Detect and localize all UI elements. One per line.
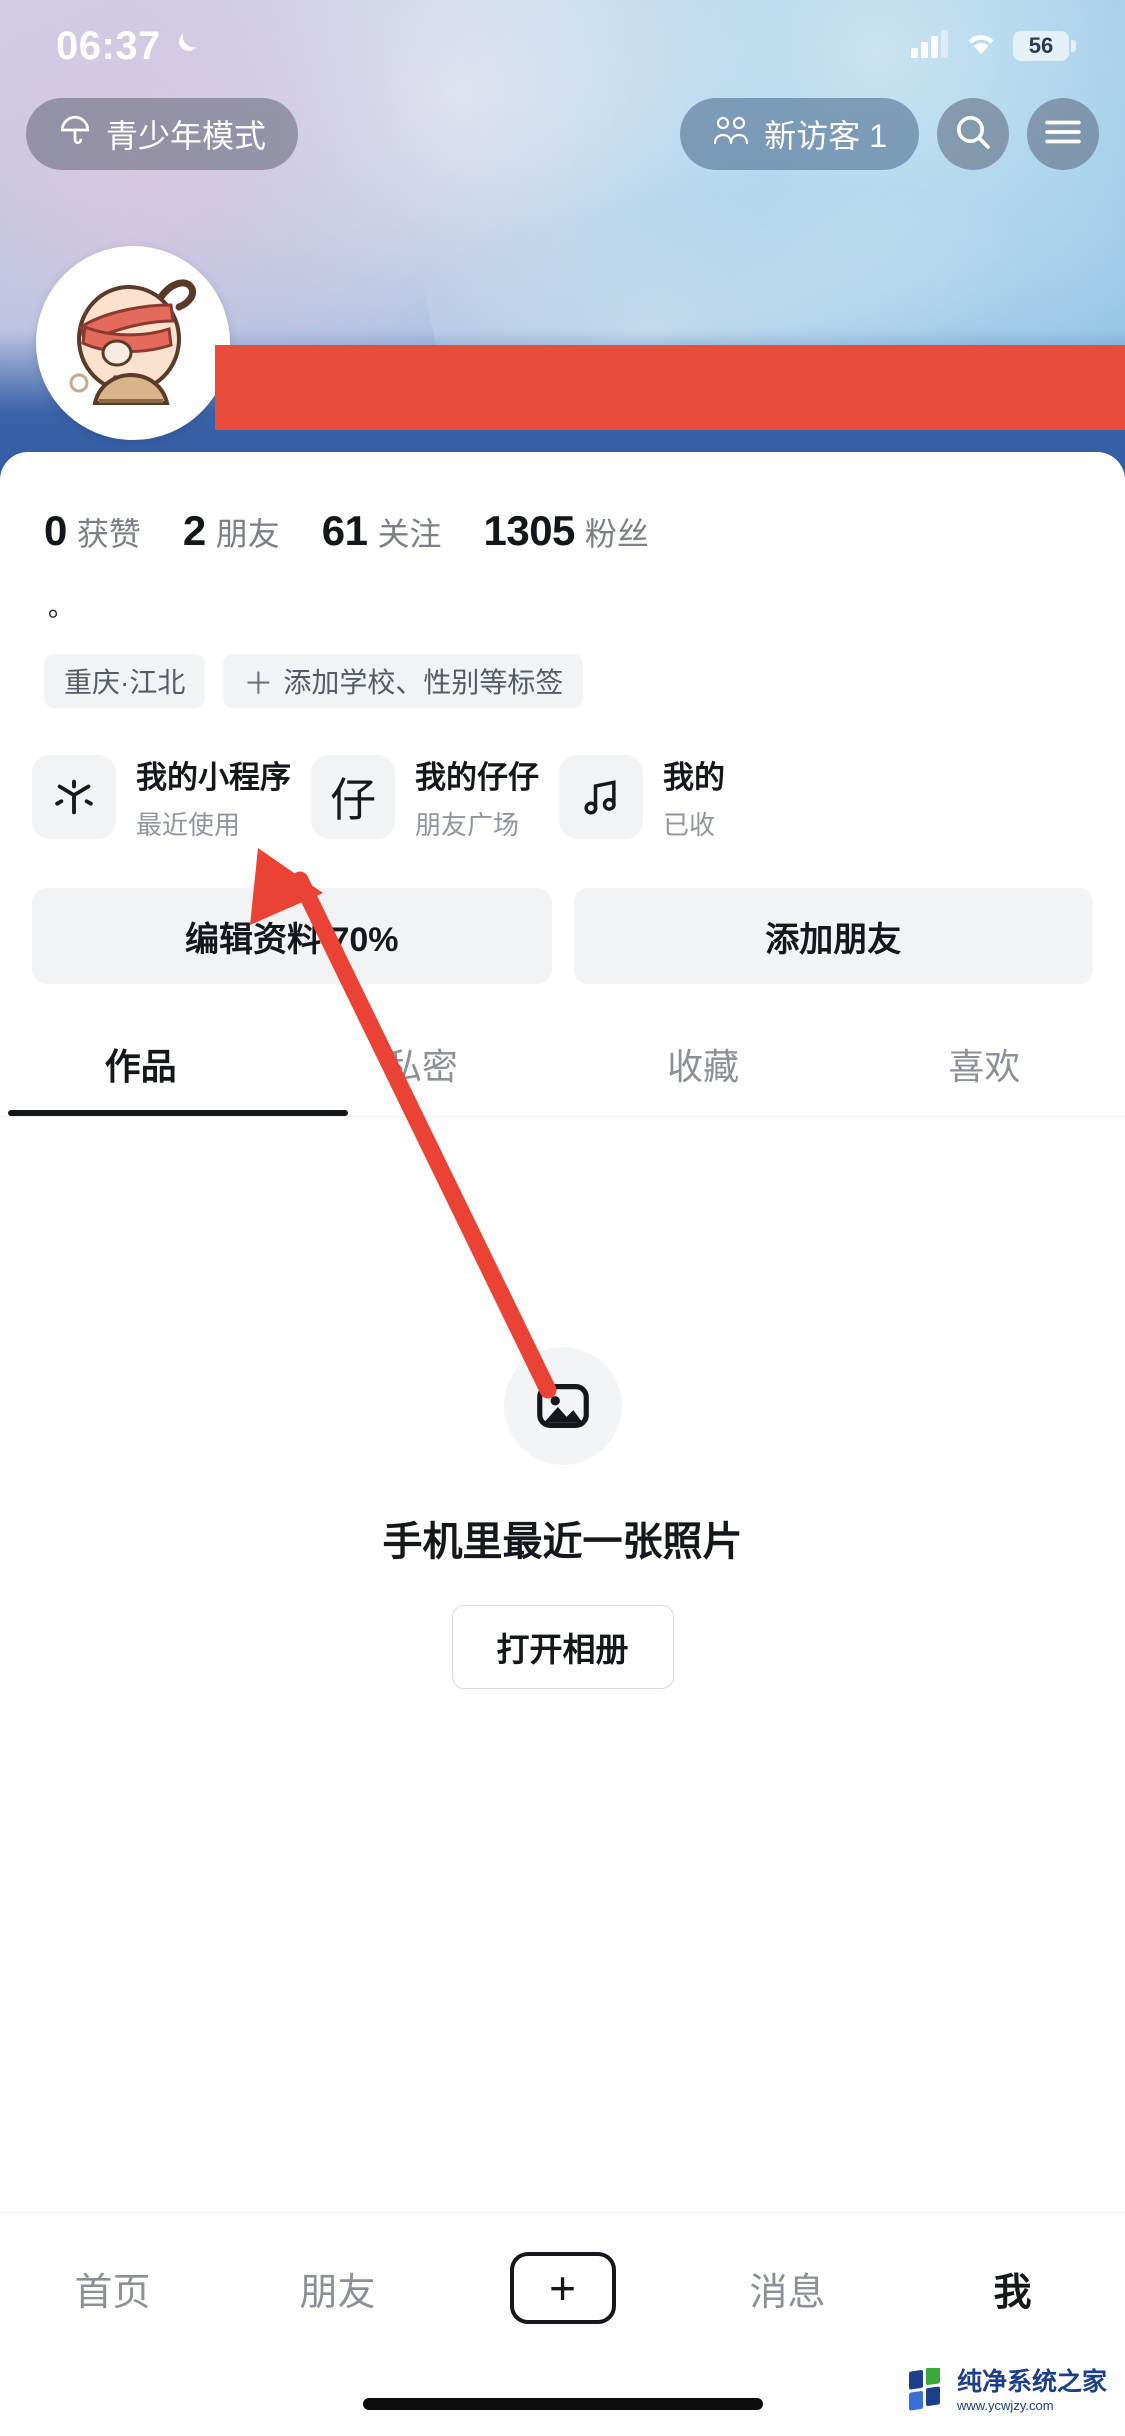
- profile-sheet: 0 获赞 2 朋友 61 关注 1305 粉丝 。 重庆·江北 ＋ 添加学校、性…: [0, 452, 1125, 2436]
- tag-add-label[interactable]: ＋ 添加学校、性别等标签: [223, 654, 584, 708]
- watermark-logo-icon: [908, 2368, 940, 2411]
- battery-indicator: 56: [1013, 31, 1076, 61]
- stat-label: 朋友: [215, 516, 280, 552]
- edit-profile-button[interactable]: 编辑资料 70%: [32, 888, 552, 984]
- nav-item-home[interactable]: 首页: [0, 2261, 225, 2316]
- profile-action-buttons: 编辑资料 70% 添加朋友: [0, 842, 1125, 984]
- open-album-button[interactable]: 打开相册: [451, 1605, 674, 1689]
- profile-top-bar: 青少年模式 新访客 1: [0, 98, 1125, 170]
- bottom-nav-row: 首页 朋友 + 消息 我: [0, 2213, 1125, 2363]
- nav-item-friends[interactable]: 朋友: [225, 2261, 450, 2316]
- redacted-name-banner: [215, 345, 1125, 430]
- avatar-container[interactable]: [36, 246, 230, 440]
- home-indicator: [362, 2398, 763, 2410]
- entry-card-title: 我的小程序: [136, 760, 291, 795]
- search-button[interactable]: [937, 98, 1009, 170]
- entry-card-zaizai[interactable]: 仔 我的仔仔 朋友广场: [311, 752, 539, 842]
- asterisk-icon: [32, 755, 116, 839]
- empty-state: 手机里最近一张照片 打开相册: [0, 1117, 1125, 1689]
- zi-glyph: 仔: [330, 774, 376, 826]
- stat-friends[interactable]: 2 朋友: [183, 507, 280, 555]
- stat-value: 1305: [483, 507, 575, 554]
- stat-label: 关注: [377, 516, 442, 552]
- tag-label: 添加学校、性别等标签: [283, 667, 564, 698]
- profile-tags: 重庆·江北 ＋ 添加学校、性别等标签: [0, 624, 1125, 708]
- zi-character-icon: 仔: [311, 755, 395, 839]
- tab-favorites[interactable]: 收藏: [563, 1038, 844, 1116]
- empty-state-title: 手机里最近一张照片: [382, 1520, 743, 1564]
- status-bar-left: 06:37: [56, 24, 201, 69]
- plus-icon: ＋: [243, 668, 274, 701]
- status-bar-right: 56: [911, 29, 1076, 63]
- new-visitor-label: 新访客 1: [764, 118, 887, 154]
- stat-label: 获赞: [76, 516, 141, 552]
- image-placeholder-icon: [503, 1347, 622, 1465]
- phone-screen: 06:37 56 青少年模式 新访客 1 0 获赞 2 朋友 61 关注 130…: [0, 0, 1125, 2436]
- watermark-name: 纯净系统之家: [956, 2368, 1107, 2396]
- nav-item-me[interactable]: 我: [900, 2261, 1125, 2316]
- status-time: 06:37: [56, 23, 161, 68]
- umbrella-icon: [58, 113, 92, 155]
- entry-card-subtitle: 朋友广场: [415, 810, 520, 840]
- search-icon: [953, 112, 993, 157]
- entry-card-title: 我的仔仔: [415, 760, 539, 795]
- stat-label: 粉丝: [584, 516, 649, 552]
- entry-card-text: 我的仔仔 朋友广场: [415, 752, 539, 842]
- entry-card-music[interactable]: 我的 已收: [559, 752, 725, 842]
- entry-card-title: 我的: [663, 760, 725, 795]
- music-note-icon: [559, 755, 643, 839]
- teen-mode-button[interactable]: 青少年模式: [26, 98, 299, 170]
- cellular-signal-icon: [911, 29, 949, 63]
- status-bar: 06:37 56: [0, 0, 1125, 92]
- stat-likes[interactable]: 0 获赞: [44, 507, 141, 555]
- tab-likes[interactable]: 喜欢: [844, 1038, 1125, 1116]
- watermark-text: 纯净系统之家 www.ycwjzy.com: [956, 2368, 1107, 2413]
- watermark: 纯净系统之家 www.ycwjzy.com: [907, 2368, 1107, 2414]
- avatar[interactable]: [36, 246, 230, 440]
- entry-card-miniprogram[interactable]: 我的小程序 最近使用: [32, 752, 291, 842]
- stat-value: 61: [321, 507, 368, 554]
- hamburger-menu-icon: [1044, 117, 1082, 152]
- tag-location[interactable]: 重庆·江北: [44, 654, 206, 708]
- tab-active-underline: [8, 1110, 348, 1116]
- tag-label: 重庆·江北: [64, 667, 186, 698]
- stat-followers[interactable]: 1305 粉丝: [483, 507, 648, 555]
- battery-level: 56: [1028, 33, 1054, 58]
- entry-card-subtitle: 已收: [663, 810, 716, 840]
- entry-card-text: 我的小程序 最近使用: [136, 752, 291, 842]
- nav-create-button[interactable]: +: [450, 2252, 675, 2324]
- stat-value: 0: [44, 507, 67, 554]
- new-visitor-button[interactable]: 新访客 1: [680, 98, 919, 170]
- entry-card-text: 我的 已收: [663, 752, 725, 842]
- entry-card-subtitle: 最近使用: [136, 810, 241, 840]
- watermark-url: www.ycwjzy.com: [956, 2398, 1054, 2413]
- profile-bio[interactable]: 。: [0, 555, 1125, 624]
- profile-stats: 0 获赞 2 朋友 61 关注 1305 粉丝: [0, 452, 1125, 555]
- tab-works[interactable]: 作品: [0, 1038, 281, 1116]
- stat-value: 2: [182, 507, 206, 554]
- content-tabs: 作品 私密 收藏 喜欢: [0, 984, 1125, 1116]
- people-icon: [712, 115, 750, 153]
- menu-button[interactable]: [1027, 98, 1099, 170]
- nav-item-messages[interactable]: 消息: [675, 2261, 900, 2316]
- tab-private[interactable]: 私密: [281, 1038, 562, 1116]
- plus-icon: +: [509, 2252, 616, 2324]
- add-friend-button[interactable]: 添加朋友: [573, 888, 1093, 984]
- entry-cards-row: 我的小程序 最近使用 仔 我的仔仔 朋友广场 我的 已收: [0, 708, 1125, 842]
- teen-mode-label: 青少年模式: [106, 118, 267, 154]
- wifi-icon: [963, 30, 999, 63]
- stat-following[interactable]: 61 关注: [322, 507, 442, 555]
- crescent-moon-icon: [171, 29, 201, 64]
